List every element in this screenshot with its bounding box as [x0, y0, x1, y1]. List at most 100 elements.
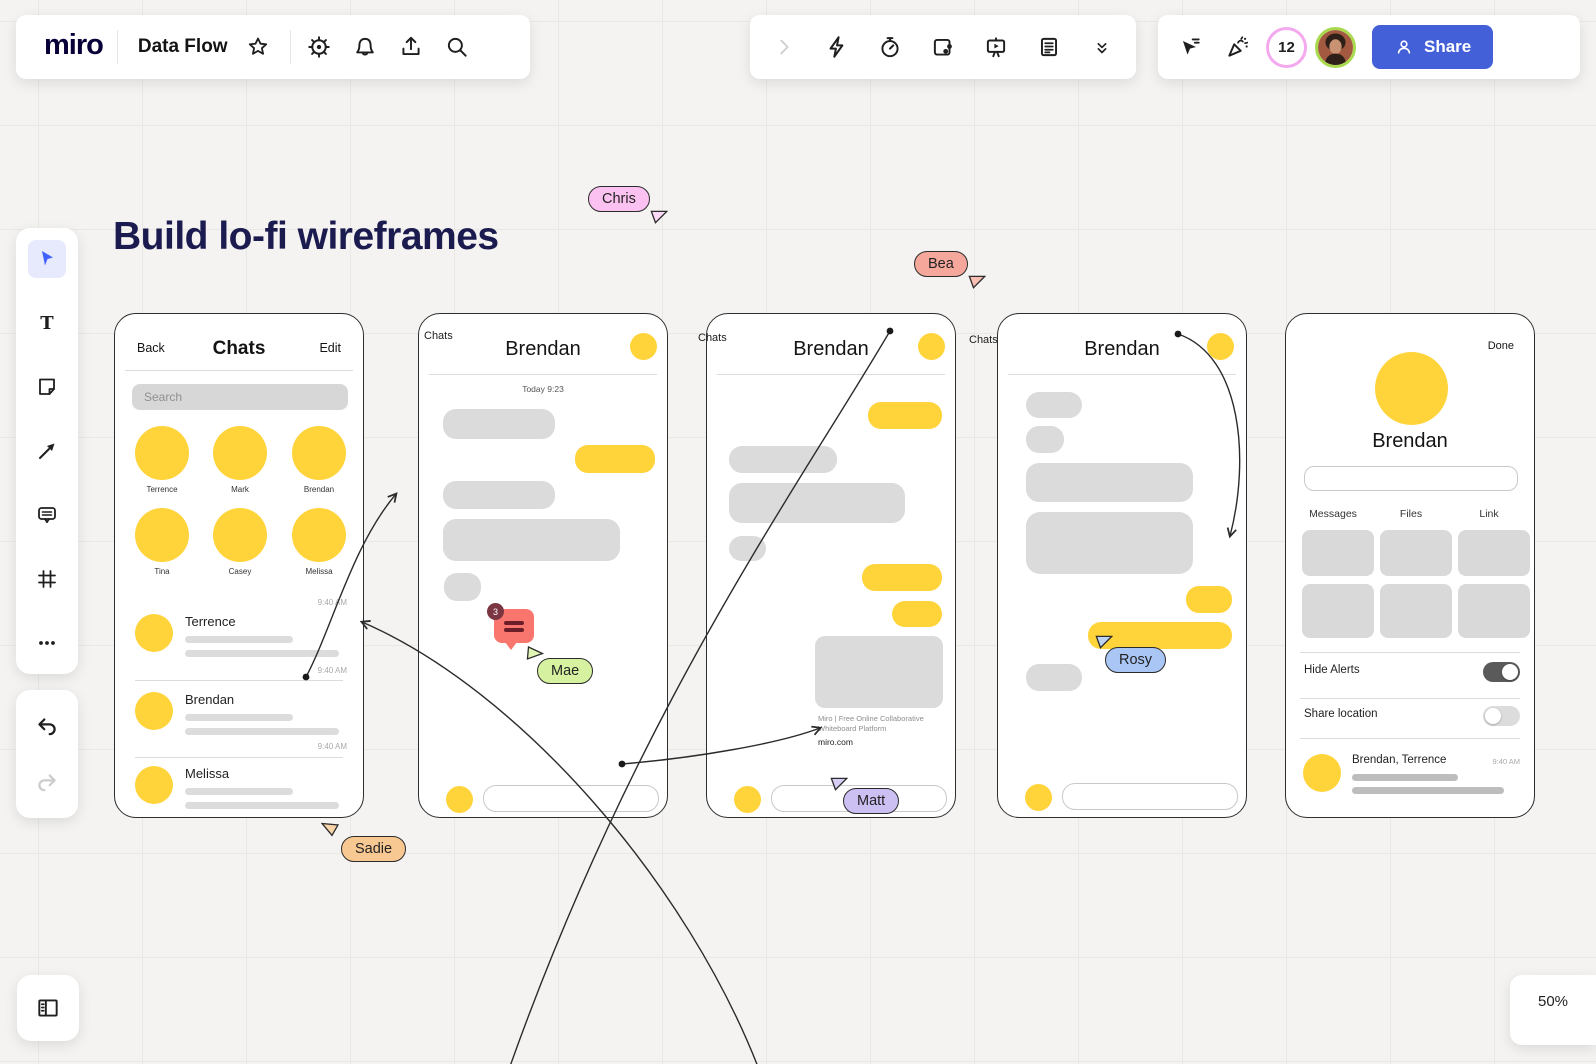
miro-logo[interactable]: miro	[32, 29, 117, 66]
message-bubble	[729, 446, 837, 473]
search-icon[interactable]	[437, 27, 477, 67]
app-header-right: 12 Share	[1158, 15, 1580, 79]
redo-button[interactable]	[28, 763, 66, 801]
avatar	[213, 426, 267, 480]
avatar-large	[1375, 352, 1448, 425]
export-upload-icon[interactable]	[391, 27, 431, 67]
timestamp: 9:40 AM	[1492, 757, 1520, 766]
message-bubble	[1026, 463, 1193, 502]
settings-gear-icon[interactable]	[299, 27, 339, 67]
hide-alerts-label: Hide Alerts	[1304, 664, 1360, 676]
text-tool[interactable]: T	[28, 304, 66, 342]
avatar	[446, 786, 473, 813]
message-bubble	[862, 564, 942, 591]
message-bubble	[729, 536, 766, 561]
comment-sticker[interactable]: 3	[494, 609, 534, 643]
contact-melissa: Melissa	[288, 508, 350, 576]
tab-link: Link	[1450, 508, 1528, 520]
message-input	[483, 785, 659, 812]
media-thumbnail	[1380, 530, 1452, 576]
message-bubble	[1186, 586, 1232, 613]
chat-row-name: Melissa	[185, 766, 229, 781]
collaborator-cursor-chris: Chris	[588, 186, 650, 212]
media-thumbnail	[1302, 584, 1374, 638]
chat-row-name: Brendan	[185, 692, 234, 707]
favorite-star-icon[interactable]	[238, 27, 278, 67]
share-location-label: Share location	[1304, 708, 1378, 720]
frames-panel-toggle[interactable]	[17, 975, 79, 1041]
hide-alerts-toggle	[1483, 662, 1520, 682]
frame-tool[interactable]	[28, 560, 66, 598]
media-thumbnail	[1458, 530, 1530, 576]
board-title-text[interactable]: Build lo-fi wireframes	[113, 215, 499, 259]
message-bubble	[443, 481, 555, 509]
more-tools-chevrons-icon[interactable]	[1082, 27, 1122, 67]
chat-row-name: Brendan, Terrence	[1352, 754, 1446, 766]
wireframe-phone-chat-list[interactable]: Back Chats Edit Search Terrence Mark Bre…	[114, 313, 364, 818]
message-bubble	[1026, 512, 1193, 574]
collaborator-cursor-bea: Bea	[914, 251, 968, 277]
text-placeholder	[185, 788, 293, 795]
timestamp: 9:40 AM	[318, 742, 347, 751]
message-bubble	[1026, 426, 1064, 453]
zoom-level-control[interactable]: 50%	[1510, 975, 1596, 1045]
board-name[interactable]: Data Flow	[118, 36, 238, 58]
avatar	[1303, 754, 1341, 792]
avatar	[1207, 333, 1234, 360]
message-bubble	[1026, 392, 1082, 418]
message-bubble	[575, 445, 655, 473]
divider	[290, 30, 291, 64]
more-tools-dots-icon[interactable]	[28, 624, 66, 662]
celebrate-confetti-icon[interactable]	[1218, 27, 1258, 67]
undo-button[interactable]	[28, 707, 66, 745]
text-placeholder	[185, 636, 293, 643]
timer-icon[interactable]	[870, 27, 910, 67]
share-location-toggle	[1483, 706, 1520, 726]
arrow-tool[interactable]	[28, 432, 66, 470]
contact-name: Brendan	[1286, 430, 1534, 453]
contact-casey: Casey	[209, 508, 271, 576]
link-preview-title: Miro | Free Online Collaborative Whitebo…	[818, 714, 940, 734]
search-input: Search	[132, 384, 348, 410]
link-preview-url: miro.com	[818, 737, 853, 747]
share-button[interactable]: Share	[1372, 25, 1493, 69]
board-tools-toolbar	[750, 15, 1136, 79]
wireframe-phone-conversation-3[interactable]: Chats Brendan	[997, 313, 1247, 818]
notes-icon[interactable]	[1029, 27, 1069, 67]
user-avatar[interactable]	[1315, 27, 1356, 68]
timestamp: 9:40 AM	[318, 598, 347, 607]
expand-chevron-icon[interactable]	[764, 27, 804, 67]
link-preview-image	[815, 636, 943, 708]
avatar	[292, 508, 346, 562]
hide-collaborator-cursors-icon[interactable]	[1170, 27, 1210, 67]
app-header-left: miro Data Flow	[16, 15, 530, 79]
text-placeholder	[185, 728, 339, 735]
present-icon[interactable]	[976, 27, 1016, 67]
collaborator-count-badge[interactable]: 12	[1266, 27, 1307, 68]
message-bubble	[443, 519, 620, 561]
divider	[135, 757, 343, 758]
avatar	[292, 426, 346, 480]
avatar	[734, 786, 761, 813]
contact-mark: Mark	[209, 426, 271, 494]
sticky-note-tool[interactable]	[28, 368, 66, 406]
done-button: Done	[1488, 340, 1514, 352]
select-tool[interactable]	[28, 240, 66, 278]
frames-icon[interactable]	[923, 27, 963, 67]
notifications-bell-icon[interactable]	[345, 27, 385, 67]
wireframe-phone-contact-detail[interactable]: Done Brendan Messages Files Link Hide Al…	[1285, 313, 1535, 818]
wireframe-phone-conversation-1[interactable]: Chats Brendan Today 9:23 3	[418, 313, 668, 818]
avatar	[135, 766, 173, 804]
quick-actions-bolt-icon[interactable]	[817, 27, 857, 67]
tab-files: Files	[1372, 508, 1450, 520]
comment-count-badge: 3	[487, 603, 504, 620]
collaborator-cursor-sadie: Sadie	[341, 836, 406, 862]
miro-canvas[interactable]: Build lo-fi wireframes Back Chats Edit S…	[0, 0, 1596, 1064]
cursor-label: Matt	[843, 788, 899, 814]
divider	[1300, 738, 1520, 739]
wireframe-phone-conversation-2[interactable]: Chats Brendan Miro | Free Online Collabo…	[706, 313, 956, 818]
comment-tool[interactable]	[28, 496, 66, 534]
person-icon	[1394, 37, 1414, 57]
avatar	[630, 333, 657, 360]
cursor-label: Bea	[914, 251, 968, 277]
